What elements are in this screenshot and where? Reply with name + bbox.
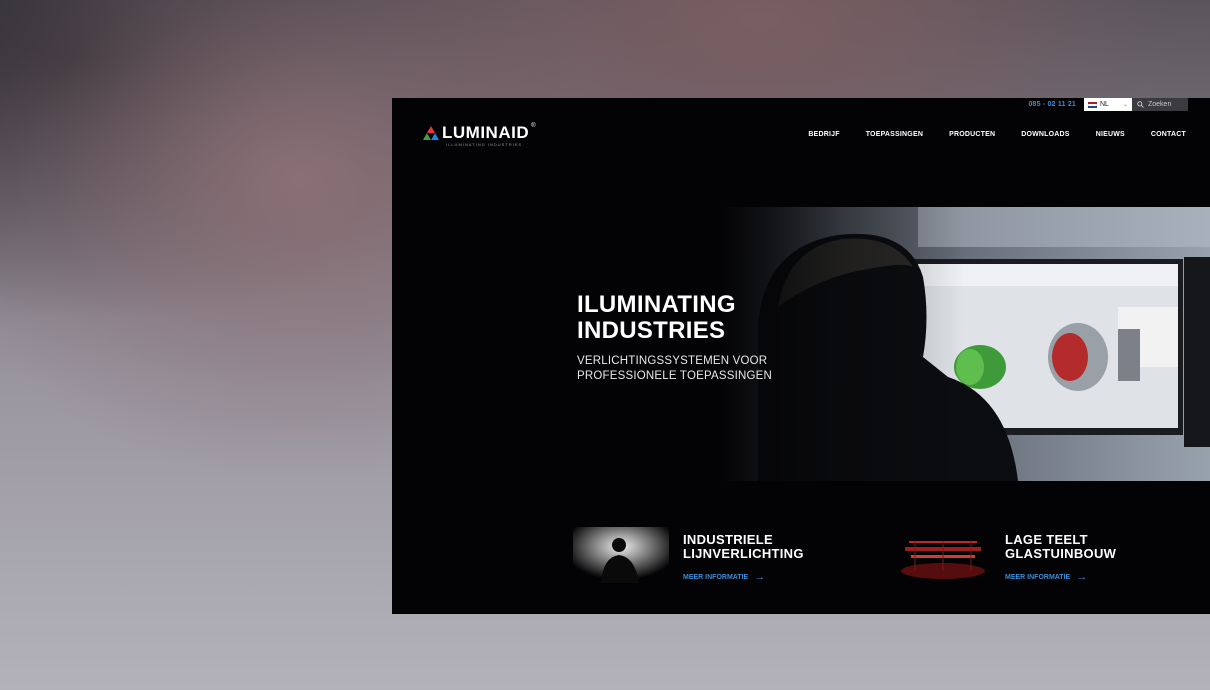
nav-item-contact[interactable]: CONTACT bbox=[1151, 131, 1186, 138]
language-select[interactable]: NL ⌄ bbox=[1084, 98, 1132, 111]
logo-tagline: ILLUMINATING INDUSTRIES bbox=[446, 142, 523, 147]
card-thumbnail-worker bbox=[573, 527, 669, 583]
hero-subtitle: VERLICHTINGSSYSTEMEN VOOR PROFESSIONELE … bbox=[577, 355, 773, 382]
language-label: NL bbox=[1100, 101, 1109, 108]
logo-triangle-icon bbox=[423, 126, 439, 140]
card-lage-teelt-glastuinbouw[interactable]: LAGE TEELT GLASTUINBOUW MEER INFORMATIE … bbox=[895, 527, 1116, 583]
nav-item-downloads[interactable]: DOWNLOADS bbox=[1021, 131, 1069, 138]
card-title: INDUSTRIELE LIJNVERLICHTING bbox=[683, 532, 804, 561]
nav-item-producten[interactable]: PRODUCTEN bbox=[949, 131, 995, 138]
more-info-link[interactable]: MEER INFORMATIE → bbox=[683, 571, 804, 583]
card-title: LAGE TEELT GLASTUINBOUW bbox=[1005, 532, 1117, 561]
nav-item-toepassingen[interactable]: TOEPASSINGEN bbox=[866, 131, 923, 138]
search-icon bbox=[1137, 101, 1144, 108]
logo-name: LUMINAID bbox=[442, 123, 530, 142]
luminaid-logo[interactable]: LUMINAID ® ILLUMINATING INDUSTRIES bbox=[422, 123, 536, 147]
arrow-right-icon: → bbox=[1076, 571, 1088, 583]
search-box[interactable]: Zoeken bbox=[1132, 98, 1188, 111]
card-thumbnail-greenhouse bbox=[895, 527, 991, 583]
hero-title: ILUMINATING INDUSTRIES bbox=[577, 291, 736, 344]
chevron-down-icon: ⌄ bbox=[1122, 102, 1128, 108]
logo-registered-mark: ® bbox=[531, 123, 536, 129]
search-placeholder: Zoeken bbox=[1148, 101, 1172, 108]
phone-number[interactable]: 085 - 02 11 21 bbox=[1028, 101, 1076, 108]
card-industriele-lijnverlichting[interactable]: INDUSTRIELE LIJNVERLICHTING MEER INFORMA… bbox=[573, 527, 804, 583]
nav-item-bedrijf[interactable]: BEDRIJF bbox=[808, 131, 839, 138]
hero-photo-engineer-cad bbox=[718, 207, 1210, 481]
website-screenshot: 085 - 02 11 21 NL ⌄ Zoeken LUMINAID ® IL… bbox=[392, 98, 1210, 614]
arrow-right-icon: → bbox=[754, 571, 766, 583]
more-info-link[interactable]: MEER INFORMATIE → bbox=[1005, 571, 1116, 583]
nav-item-nieuws[interactable]: NIEUWS bbox=[1096, 131, 1125, 138]
top-bar: 085 - 02 11 21 NL ⌄ Zoeken bbox=[1028, 98, 1188, 111]
dutch-flag-icon bbox=[1088, 101, 1097, 108]
main-nav: BEDRIJF TOEPASSINGEN PRODUCTEN DOWNLOADS… bbox=[808, 131, 1186, 138]
